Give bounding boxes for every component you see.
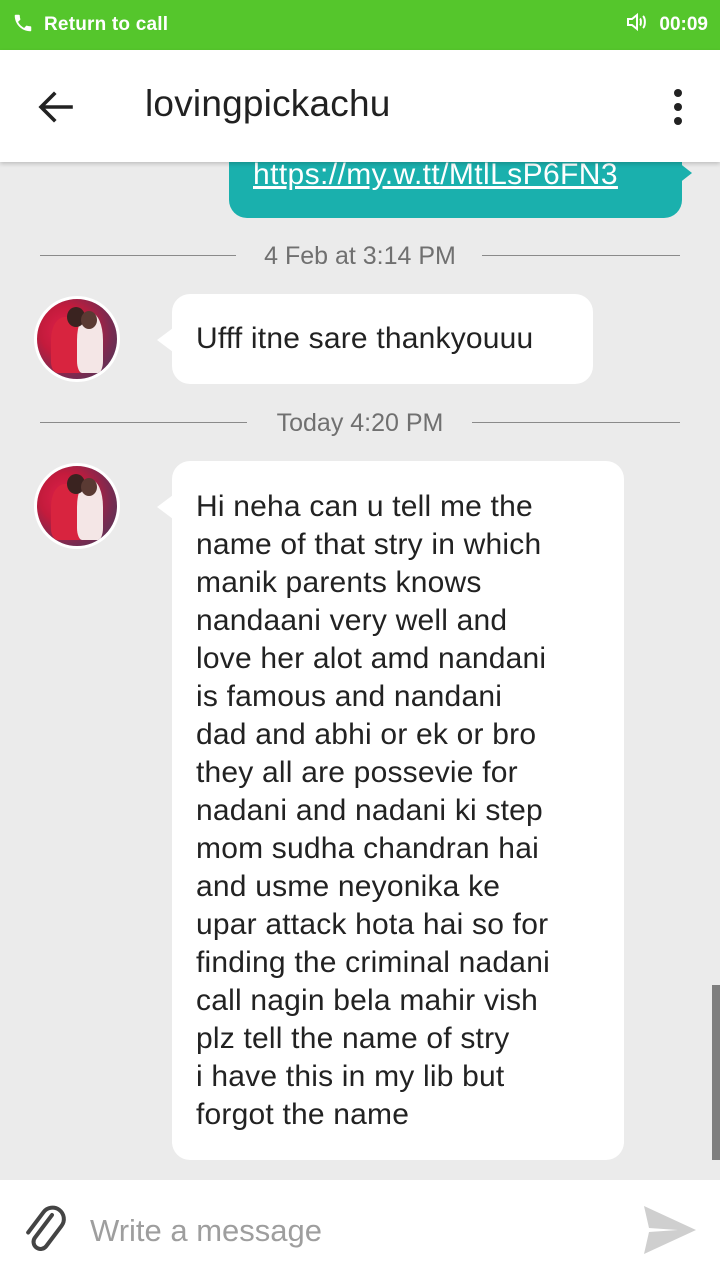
back-button[interactable] (30, 82, 80, 132)
message-text-line: is famous and nandani (196, 680, 503, 713)
call-timer: 00:09 (659, 14, 708, 35)
date-divider-label: 4 Feb at 3:14 PM (264, 242, 456, 270)
more-vert-icon (674, 89, 682, 125)
return-to-call-label: Return to call (44, 14, 169, 35)
send-icon (644, 1206, 696, 1254)
sent-bubble-tail (678, 162, 692, 184)
return-to-call-button[interactable]: Return to call (12, 12, 168, 39)
conversation-title: lovingpickachu (145, 83, 391, 124)
message-text-line: call nagin bela mahir vish (196, 984, 539, 1017)
avatar[interactable] (34, 463, 120, 549)
message-text-line: name of that stry in which (196, 528, 542, 561)
message-text-line: and usme neyonika ke (196, 870, 501, 903)
message-text-line: mom sudha chandran hai (196, 832, 539, 865)
app-bar: lovingpickachu (0, 50, 720, 162)
message-text-line: nandaani very well and (196, 604, 508, 637)
message-text-line: manik parents knows (196, 566, 482, 599)
date-divider: Today 4:20 PM (40, 408, 680, 438)
message-text-line: nadani and nadani ki step (196, 794, 543, 827)
return-to-call-bar[interactable]: Return to call 00:09 (0, 0, 720, 50)
back-arrow-icon (38, 91, 73, 123)
date-divider: 4 Feb at 3:14 PM (40, 241, 680, 271)
message-text-line: i have this in my lib but (196, 1060, 505, 1093)
attach-button[interactable] (18, 1202, 74, 1258)
message-text-line: dad and abhi or ek or bro (196, 718, 537, 751)
received-bubble-tail (157, 328, 173, 352)
chat-screen: Return to call 00:09 lovingpickachu http… (0, 0, 720, 1280)
speaker-icon (625, 11, 649, 39)
phone-icon (12, 12, 34, 39)
message-input[interactable] (88, 1206, 612, 1256)
avatar[interactable] (34, 296, 120, 382)
message-composer (0, 1180, 720, 1280)
message-list[interactable]: https://my.w.tt/MtlLsP6FN3 4 Feb at 3:14… (0, 162, 720, 1180)
message-text-line: Hi neha can u tell me the (196, 490, 533, 523)
received-message-bubble[interactable]: Ufff itne sare thankyouuu (172, 294, 593, 384)
call-status: 00:09 (625, 11, 708, 39)
message-text-line: they all are possevie for (196, 756, 518, 789)
message-text-line: Ufff itne sare thankyouuu (196, 322, 534, 355)
received-message-bubble[interactable]: Hi neha can u tell me the name of that s… (172, 461, 624, 1160)
message-text-line: plz tell the name of stry (196, 1022, 510, 1055)
message-text-line: upar attack hota hai so for (196, 908, 549, 941)
date-divider-label: Today 4:20 PM (276, 409, 444, 437)
message-text-line: forgot the name (196, 1098, 410, 1131)
paperclip-icon (26, 1205, 66, 1251)
more-options-button[interactable] (666, 82, 690, 132)
scrollbar[interactable] (712, 985, 720, 1160)
message-text-line: love her alot amd nandani (196, 642, 547, 675)
message-text-line: finding the criminal nadani (196, 946, 550, 979)
sent-message-link[interactable]: https://my.w.tt/MtlLsP6FN3 (253, 162, 618, 192)
received-bubble-tail (157, 495, 173, 519)
send-button[interactable] (640, 1202, 700, 1258)
